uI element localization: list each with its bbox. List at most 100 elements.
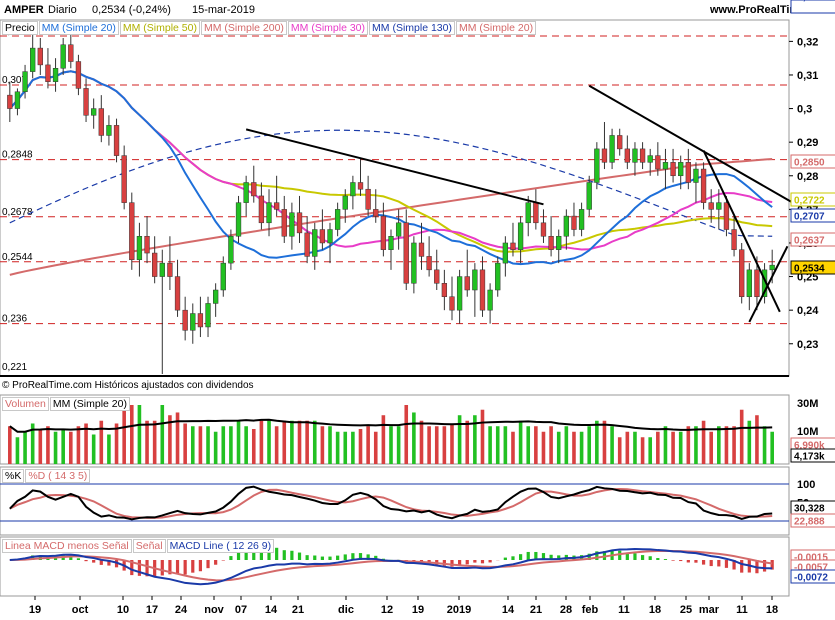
macd-hist-bar — [686, 560, 690, 563]
volume-bar — [312, 420, 317, 464]
x-tick-label: 07 — [235, 604, 247, 616]
volume-bar — [358, 428, 363, 464]
candle-body — [624, 148, 630, 163]
macd-hist-bar — [618, 550, 622, 560]
price-tick-label: 0,32 — [797, 36, 818, 48]
volume-bar — [610, 426, 614, 464]
volume-bar — [320, 426, 325, 464]
volume-bar — [572, 431, 576, 464]
candle-body — [113, 125, 120, 156]
volume-bar — [389, 426, 393, 464]
candle-body — [746, 269, 752, 297]
candle-body — [60, 44, 66, 69]
legend-signal[interactable]: Señal — [132, 539, 166, 553]
macd-hist-bar — [488, 560, 492, 563]
volume-bar — [694, 426, 698, 464]
candle-body — [144, 235, 150, 254]
legend-macd-line[interactable]: MACD Line ( 12 26 9) — [166, 539, 275, 553]
candle-body — [586, 182, 592, 210]
macd-hist-bar — [656, 558, 660, 560]
x-tick-label: 24 — [175, 604, 188, 616]
price-badge: 0,2722 — [794, 196, 825, 207]
volume-bar — [297, 420, 302, 464]
macd-hist-bar — [701, 560, 706, 565]
candle-body — [52, 68, 59, 82]
volume-bar — [503, 426, 508, 464]
volume-bar — [8, 426, 12, 464]
legend-k[interactable]: %K — [2, 469, 25, 483]
volume-bar — [755, 415, 759, 464]
candle-body — [152, 252, 158, 277]
candle-body — [685, 162, 691, 183]
candle-body — [388, 235, 394, 250]
candle-body — [609, 135, 615, 163]
macd-hist-bar — [633, 553, 637, 560]
volume-bar — [534, 426, 538, 464]
volume-bar — [290, 420, 294, 464]
stoch-badge: 30,328 — [794, 504, 825, 515]
macd-hist-bar — [275, 547, 279, 560]
candle-body — [289, 212, 295, 237]
macd-hist-bar — [648, 556, 652, 560]
candle-body — [319, 229, 326, 244]
volume-bar — [61, 428, 65, 464]
volume-bar — [213, 431, 218, 464]
volume-bar — [739, 409, 744, 464]
x-tick-label: nov — [204, 604, 224, 616]
macd-badge: -0,0072 — [794, 0, 828, 3]
candle-body — [700, 168, 707, 203]
volume-bar — [206, 426, 210, 464]
candle-body — [380, 215, 387, 250]
candle-body — [98, 108, 104, 136]
candle-body — [197, 313, 204, 328]
candle-body — [373, 209, 379, 217]
legend-volume[interactable]: Volumen — [2, 397, 49, 411]
candle-body — [533, 202, 539, 224]
volume-bar — [236, 420, 241, 464]
legend-volume-mm[interactable]: MM (Simple 20) — [49, 397, 130, 411]
x-tick-label: 18 — [766, 604, 778, 616]
legend-mm20b[interactable]: MM (Simple 20) — [455, 21, 537, 35]
candle-body — [205, 303, 211, 328]
volume-bar — [556, 431, 561, 464]
legend-mm30[interactable]: MM (Simple 30) — [287, 21, 369, 35]
macd-hist-bar — [282, 550, 286, 560]
volume-bar — [343, 431, 348, 464]
macd-hist-bar — [206, 560, 210, 569]
candle-body — [548, 235, 554, 250]
legend-mm130[interactable]: MM (Simple 130) — [369, 21, 455, 35]
volume-bar — [686, 426, 691, 464]
volume-bar — [15, 437, 20, 464]
volume-bar — [602, 420, 607, 464]
volume-bar — [671, 431, 675, 464]
volume-bar — [229, 426, 233, 464]
volume-bar — [267, 420, 271, 464]
x-tick-label: 19 — [29, 604, 41, 616]
candle-body — [426, 256, 432, 271]
candle-body — [723, 202, 730, 230]
candle-body — [68, 44, 74, 62]
candle-body — [693, 168, 699, 183]
macd-hist-bar — [663, 559, 668, 560]
candle-body — [228, 235, 234, 264]
price-tick-label: 0,29 — [797, 137, 818, 149]
volume-bar — [732, 426, 736, 464]
x-tick-label: 12 — [381, 604, 393, 616]
macd-hist-bar — [740, 560, 744, 573]
legend-macd-hist[interactable]: Linea MACD menos Señal — [2, 539, 132, 553]
legend-mm200[interactable]: MM (Simple 200) — [200, 21, 287, 35]
volume-bar — [625, 431, 630, 464]
legend-d[interactable]: %D ( 14 3 5) — [25, 469, 91, 483]
candle-body — [213, 289, 219, 304]
candle-body — [342, 195, 348, 210]
candle-body — [350, 182, 356, 197]
left-level-label: 0,236 — [2, 314, 27, 325]
volume-bar — [183, 423, 187, 464]
candle-body — [91, 108, 97, 116]
legend-mm20[interactable]: MM (Simple 20) — [38, 21, 119, 35]
legend-mm50[interactable]: MM (Simple 50) — [119, 21, 200, 35]
volume-bar — [244, 426, 248, 464]
volume-bar — [282, 420, 287, 464]
candle-body — [45, 64, 51, 82]
stoch-badge: 22,888 — [794, 517, 825, 528]
